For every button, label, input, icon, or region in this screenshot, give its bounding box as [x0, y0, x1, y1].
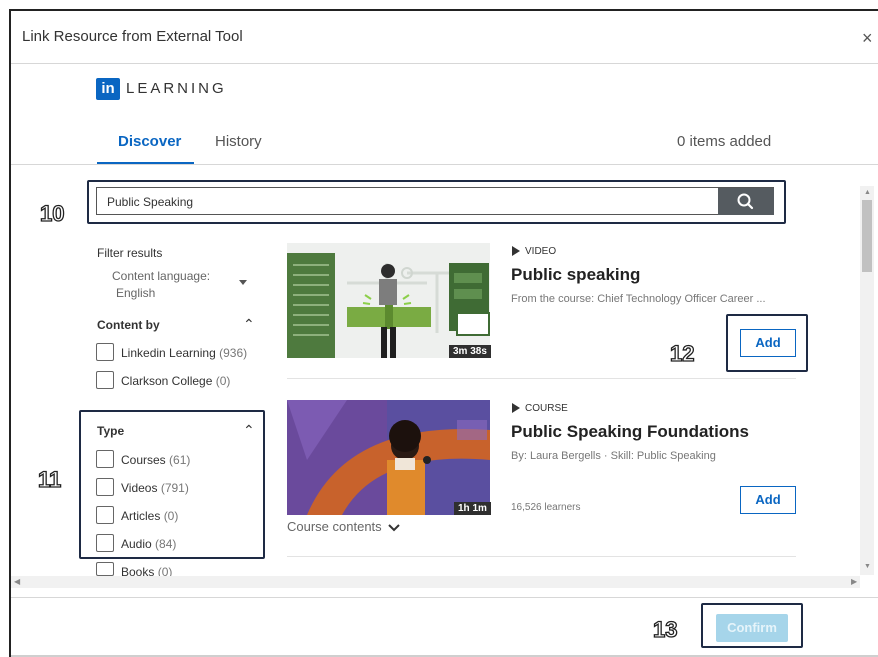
- checkbox-label: Audio (84): [121, 537, 177, 551]
- tab-history[interactable]: History: [215, 133, 262, 150]
- type-heading: Type: [97, 424, 125, 438]
- checkbox-label: Articles (0): [121, 509, 179, 523]
- checkbox-label: Videos (791): [121, 481, 189, 495]
- scroll-right-arrow-icon[interactable]: ▶: [851, 577, 857, 586]
- play-icon: [512, 246, 520, 256]
- add-button[interactable]: Add: [740, 329, 796, 357]
- result-thumbnail[interactable]: [287, 243, 490, 358]
- search-input-value[interactable]: Public Speaking: [107, 195, 193, 209]
- caret-down-icon[interactable]: [239, 280, 247, 285]
- scroll-left-arrow-icon[interactable]: ◀: [14, 577, 20, 586]
- tab-discover[interactable]: Discover: [118, 133, 181, 150]
- close-icon[interactable]: ×: [862, 28, 873, 49]
- annotation-number: 13: [652, 616, 678, 642]
- footer-divider: [11, 597, 878, 598]
- tabs-divider: [11, 164, 878, 165]
- result-thumbnail[interactable]: [287, 400, 490, 515]
- result-title[interactable]: Public Speaking Foundations: [511, 422, 749, 442]
- learners-count: 16,526 learners: [511, 502, 581, 513]
- dialog-title: Link Resource from External Tool: [22, 28, 243, 45]
- checkbox-label: Clarkson College (0): [121, 374, 231, 388]
- course-thumbnail-photo: [287, 400, 490, 515]
- play-icon: [512, 403, 520, 413]
- search-icon: [737, 193, 754, 210]
- annotation-number: 10: [39, 200, 65, 226]
- checkbox-articles[interactable]: [96, 506, 114, 524]
- content-by-heading: Content by: [97, 318, 160, 332]
- result-type-label: COURSE: [525, 403, 568, 414]
- header-divider: [11, 63, 878, 64]
- chevron-down-icon: [388, 523, 401, 531]
- annotation-number: 12: [669, 340, 695, 366]
- checkbox-clarkson-college[interactable]: [96, 371, 114, 389]
- confirm-button[interactable]: Confirm: [716, 614, 788, 642]
- chevron-up-icon[interactable]: ⌃: [243, 422, 255, 439]
- checkbox-label: Linkedin Learning (936): [121, 346, 248, 360]
- annotation-number: 11: [37, 466, 62, 492]
- content-language-value[interactable]: English: [116, 286, 155, 300]
- checkbox-linkedin-learning[interactable]: [96, 343, 114, 361]
- linkedin-logo: in: [96, 78, 120, 100]
- search-button[interactable]: [718, 188, 774, 215]
- duration-badge: 3m 38s: [449, 345, 491, 358]
- scroll-down-arrow-icon[interactable]: ▼: [864, 563, 871, 570]
- chevron-up-icon[interactable]: ⌃: [243, 316, 255, 333]
- learning-wordmark: LEARNING: [126, 80, 227, 97]
- checkbox-audio[interactable]: [96, 534, 114, 552]
- checkbox-books[interactable]: [96, 562, 114, 576]
- content-language-label: Content language:: [112, 269, 211, 283]
- result-divider: [287, 378, 796, 379]
- filter-results-title: Filter results: [97, 246, 163, 260]
- result-type-label: VIDEO: [525, 246, 557, 257]
- result-subtitle: From the course: Chief Technology Office…: [511, 293, 766, 305]
- items-added-count: 0 items added: [677, 133, 772, 150]
- checkbox-label: Courses (61): [121, 453, 191, 467]
- duration-badge: 1h 1m: [454, 502, 491, 515]
- add-button[interactable]: Add: [740, 486, 796, 514]
- video-thumbnail-illustration: [287, 243, 490, 358]
- search-input[interactable]: [96, 187, 774, 215]
- checkbox-videos[interactable]: [96, 478, 114, 496]
- scroll-up-arrow-icon[interactable]: ▲: [864, 189, 871, 196]
- checkbox-label: Books (0): [121, 565, 173, 576]
- checkbox-courses[interactable]: [96, 450, 114, 468]
- result-divider: [287, 556, 796, 557]
- horizontal-scrollbar[interactable]: [11, 576, 860, 588]
- course-contents-toggle[interactable]: Course contents: [287, 519, 401, 534]
- result-subtitle: By: Laura Bergells · Skill: Public Speak…: [511, 450, 716, 462]
- result-title[interactable]: Public speaking: [511, 265, 640, 285]
- vertical-scrollbar-thumb[interactable]: [862, 200, 872, 272]
